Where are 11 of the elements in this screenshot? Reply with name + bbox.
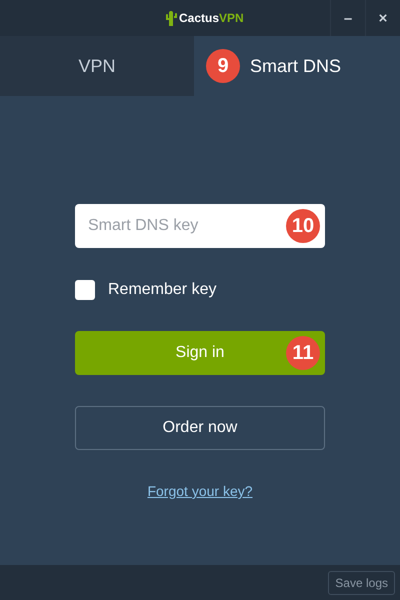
sign-in-button[interactable]: Sign in 11 <box>75 331 325 375</box>
forgot-key-link[interactable]: Forgot your key? <box>147 483 253 499</box>
number-badge: 9 <box>206 49 240 83</box>
cactus-icon <box>165 10 177 26</box>
tab[interactable]: VPN <box>0 36 194 96</box>
save-logs-button[interactable]: Save logs <box>328 570 395 594</box>
checkbox[interactable] <box>75 280 95 300</box>
order-button[interactable]: Order now <box>75 406 325 450</box>
number-badge: 11 <box>286 336 320 370</box>
logo-text: CactusVPN <box>179 11 244 25</box>
checkbox-label: Remember key <box>108 281 216 299</box>
